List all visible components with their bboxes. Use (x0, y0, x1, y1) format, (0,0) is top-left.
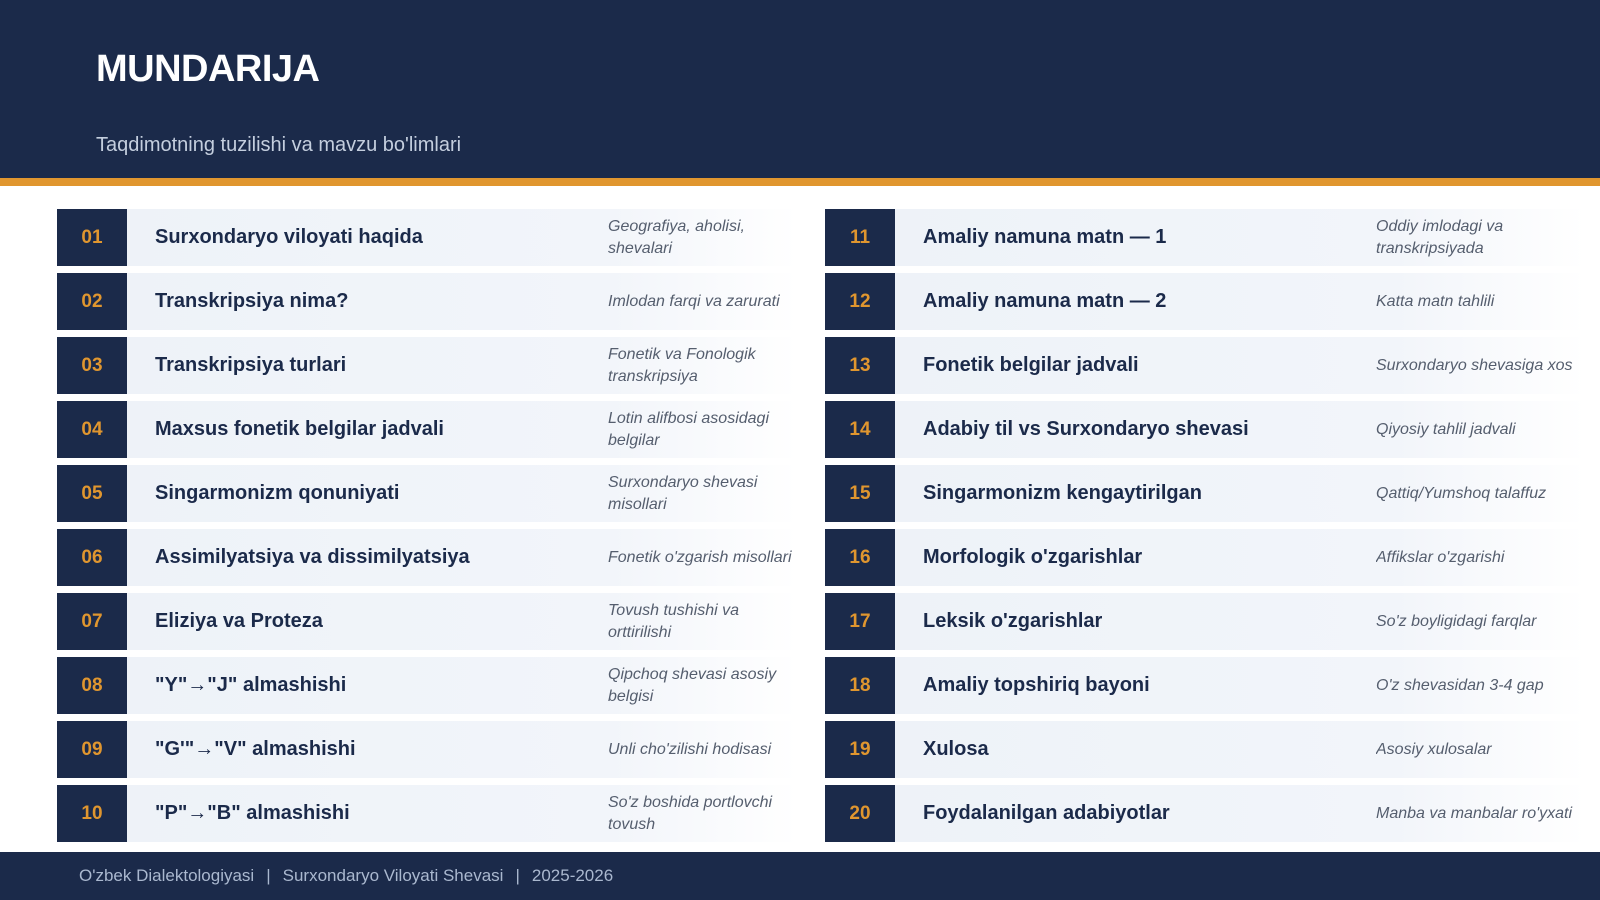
contents-item[interactable]: 20 Foydalanilgan adabiyotlar Manba va manb… (825, 785, 1585, 842)
contents-item[interactable]: 18 Amaliy topshiriq bayoni O'z shevasidan … (825, 657, 1585, 714)
item-description: So'z boyligidagi farqlar (1376, 612, 1537, 630)
item-description: Affikslar o'zgarishi (1376, 548, 1505, 566)
item-number-badge: 05 (57, 465, 127, 522)
contents-item[interactable]: 08 "Y"→"J" almashishi Qipchoq shevasi asos… (57, 657, 797, 714)
item-title: Maxsus fonetik belgilar jadvali (155, 418, 444, 440)
page-subtitle: Taqdimotning tuzilishi va mavzu bo'limla… (96, 134, 462, 156)
item-number-badge: 14 (825, 401, 895, 458)
contents-item[interactable]: 13 Fonetik belgilar jadvali Surxondaryo sh… (825, 337, 1585, 394)
item-number-badge: 04 (57, 401, 127, 458)
item-number-badge: 10 (57, 785, 127, 842)
contents-item[interactable]: 02 Transkripsiya nima? Imlodan farqi va za… (57, 273, 797, 330)
item-description: O'z shevasidan 3-4 gap (1376, 676, 1544, 694)
item-description: Tovush tushishi va orttirilishi (608, 601, 740, 641)
item-description: Fonetik o'zgarish misollari (608, 548, 792, 566)
contents-item[interactable]: 16 Morfologik o'zgarishlar Affikslar o'zga… (825, 529, 1585, 586)
item-number-badge: 16 (825, 529, 895, 586)
footer-topic: Surxondaryo Viloyati Shevasi (282, 866, 504, 885)
footer-bar: O'zbek Dialektologiyasi | Surxondaryo Vi… (0, 852, 1600, 900)
item-number-badge: 13 (825, 337, 895, 394)
contents-item[interactable]: 15 Singarmonizm kengaytirilgan Qattiq/Yums… (825, 465, 1585, 522)
item-number-badge: 17 (825, 593, 895, 650)
contents-item[interactable]: 07 Eliziya va Proteza Tovush tushishi va o… (57, 593, 797, 650)
item-number-badge: 07 (57, 593, 127, 650)
header-accent-line (0, 178, 1600, 186)
item-number-badge: 11 (825, 209, 895, 266)
item-description: Surxondaryo shevasi misollari (608, 473, 758, 513)
item-description: Qiyosiy tahlil jadvali (1376, 420, 1516, 438)
item-title: Singarmonizm kengaytirilgan (923, 482, 1202, 504)
contents-item[interactable]: 03 Transkripsiya turlari Fonetik va Fonolo… (57, 337, 797, 394)
item-description: Qattiq/Yumshoq talaffuz (1376, 484, 1547, 502)
item-description: Geografiya, aholisi, shevalari (608, 217, 745, 257)
item-title: Amaliy namuna matn — 1 (923, 226, 1167, 248)
footer-separator: | (515, 866, 520, 885)
item-number-badge: 15 (825, 465, 895, 522)
item-number-badge: 20 (825, 785, 895, 842)
item-title: Assimilyatsiya va dissimilyatsiya (155, 546, 470, 568)
item-description: Oddiy imlodagi va transkripsiyada (1376, 217, 1504, 257)
item-number-badge: 19 (825, 721, 895, 778)
item-title: Foydalanilgan adabiyotlar (923, 802, 1170, 824)
item-description: Fonetik va Fonologik transkripsiya (608, 345, 756, 385)
page-title: MUNDARIJA (96, 48, 320, 90)
contents-item[interactable]: 11 Amaliy namuna matn — 1 Oddiy imlodagi v… (825, 209, 1585, 266)
item-number-badge: 03 (57, 337, 127, 394)
item-number-badge: 08 (57, 657, 127, 714)
item-description: Imlodan farqi va zarurati (608, 292, 780, 310)
contents-item[interactable]: 06 Assimilyatsiya va dissimilyatsiya Fonet… (57, 529, 797, 586)
item-description: Surxondaryo shevasiga xos (1376, 356, 1573, 374)
item-title: Amaliy topshiriq bayoni (923, 674, 1150, 696)
item-title: Amaliy namuna matn — 2 (923, 290, 1167, 312)
contents-item[interactable]: 10 "P"→"B" almashishi So'z boshida portlov… (57, 785, 797, 842)
item-description: Lotin alifbosi asosidagi belgilar (608, 409, 769, 449)
contents-item[interactable]: 09 "G'"→"V" almashishi Unli cho'zilishi ho… (57, 721, 797, 778)
item-title: Surxondaryo viloyati haqida (155, 226, 423, 248)
item-title: "G'"→"V" almashishi (155, 738, 356, 760)
footer-text: O'zbek Dialektologiyasi | Surxondaryo Vi… (79, 852, 613, 900)
item-title: Leksik o'zgarishlar (923, 610, 1103, 632)
footer-course: O'zbek Dialektologiyasi (79, 866, 255, 885)
item-description: Katta matn tahlili (1376, 292, 1495, 310)
contents-item[interactable]: 19 Xulosa Asosiy xulosalar (825, 721, 1585, 778)
item-title: Morfologik o'zgarishlar (923, 546, 1143, 568)
item-number-badge: 06 (57, 529, 127, 586)
footer-separator: | (266, 866, 271, 885)
item-description: Qipchoq shevasi asosiy belgisi (608, 665, 777, 705)
footer-year: 2025-2026 (531, 866, 614, 885)
item-description: Asosiy xulosalar (1376, 740, 1492, 758)
item-title: Adabiy til vs Surxondaryo shevasi (923, 418, 1249, 440)
item-number-badge: 18 (825, 657, 895, 714)
item-title: Transkripsiya turlari (155, 354, 347, 376)
contents-item[interactable]: 12 Amaliy namuna matn — 2 Katta matn tahli… (825, 273, 1585, 330)
contents-item[interactable]: 01 Surxondaryo viloyati haqida Geografiya,… (57, 209, 797, 266)
contents-item[interactable]: 17 Leksik o'zgarishlar So'z boyligidagi fa… (825, 593, 1585, 650)
item-description: So'z boshida portlovchi tovush (608, 793, 773, 833)
item-number-badge: 09 (57, 721, 127, 778)
item-title: Xulosa (923, 738, 989, 760)
contents-item[interactable]: 04 Maxsus fonetik belgilar jadvali Lotin a… (57, 401, 797, 458)
item-number-badge: 12 (825, 273, 895, 330)
item-description: Unli cho'zilishi hodisasi (608, 740, 772, 758)
item-number-badge: 02 (57, 273, 127, 330)
item-title: Singarmonizm qonuniyati (155, 482, 400, 504)
item-title: "Y"→"J" almashishi (155, 674, 347, 696)
contents-item[interactable]: 14 Adabiy til vs Surxondaryo shevasi Qiyos… (825, 401, 1585, 458)
contents-item[interactable]: 05 Singarmonizm qonuniyati Surxondaryo she… (57, 465, 797, 522)
item-description: Manba va manbalar ro'yxati (1376, 804, 1573, 822)
item-number-badge: 01 (57, 209, 127, 266)
item-title: Fonetik belgilar jadvali (923, 354, 1139, 376)
header-bar: MUNDARIJA Taqdimotning tuzilishi va mavz… (0, 0, 1600, 178)
item-title: "P"→"B" almashishi (155, 802, 350, 824)
item-title: Eliziya va Proteza (155, 610, 323, 632)
item-title: Transkripsiya nima? (155, 290, 349, 312)
